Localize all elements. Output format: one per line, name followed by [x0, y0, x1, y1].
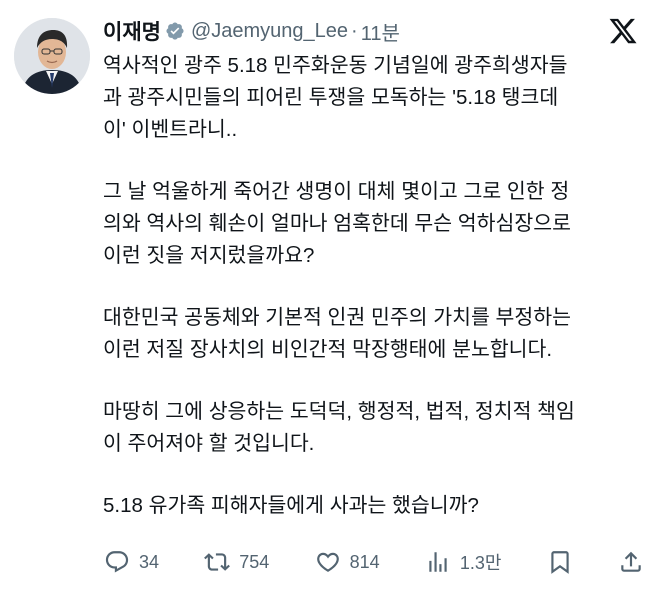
- text-line: 역사적인 광주 5.18 민주화운동 기념일에 광주희생자들: [103, 54, 568, 77]
- verified-badge-icon: [165, 21, 185, 41]
- reply-button[interactable]: 34: [104, 549, 159, 575]
- share-button[interactable]: [618, 549, 644, 575]
- text-line: 그 날 억울하게 죽어간 생명이 대체 몇이고 그로 인한 정: [103, 180, 570, 203]
- tweet-paragraph: 그 날 억울하게 죽어간 생명이 대체 몇이고 그로 인한 정 의와 역사의 훼…: [103, 176, 648, 272]
- repost-icon: [204, 553, 231, 571]
- views-count: 1.3만: [459, 553, 502, 573]
- share-icon: [621, 551, 641, 572]
- like-icon: [316, 552, 339, 572]
- reply-count: 34: [139, 551, 160, 572]
- like-button[interactable]: 814: [315, 549, 380, 575]
- text-line: 이런 짓을 저지렀을까요?: [103, 244, 315, 267]
- like-count: 814: [349, 551, 380, 572]
- reply-icon: [105, 551, 129, 573]
- text-line: 마땅히 그에 상응하는 도덕덕, 행정적, 법적, 정치적 책임: [103, 400, 575, 423]
- avatar-image: [14, 18, 90, 94]
- text-line: 의와 역사의 훼손이 얼마나 엄혹한데 무슨 억하심장으로: [103, 212, 571, 235]
- text-line: 5.18 유가족 피해자들에게 사과는 했습니까?: [103, 494, 479, 517]
- bookmark-button[interactable]: [547, 549, 573, 575]
- text-line: 과 광주시민들의 피어린 투쟁을 모독하는 '5.18 탱크데: [103, 86, 559, 109]
- post-time[interactable]: 11분: [361, 17, 400, 46]
- views-button[interactable]: 1.3만: [425, 549, 502, 575]
- repost-count: 754: [239, 551, 270, 572]
- tweet-paragraph: 대한민국 공동체와 기본적 인권 민주의 가치를 부정하는 이런 저질 장사치의…: [103, 302, 648, 366]
- action-bar: 34 754 814 1.3만: [104, 544, 644, 580]
- views-icon: [429, 552, 447, 572]
- tweet-text: 역사적인 광주 5.18 민주화운동 기념일에 광주희생자들 과 광주시민들의 …: [103, 50, 648, 522]
- text-line: 이' 이벤트라니..: [103, 118, 238, 141]
- author-handle[interactable]: @Jaemyung_Lee: [191, 20, 348, 43]
- repost-button[interactable]: 754: [204, 549, 269, 575]
- tweet-paragraph: 역사적인 광주 5.18 민주화운동 기념일에 광주희생자들 과 광주시민들의 …: [103, 50, 648, 146]
- tweet-header: 이재명 @Jaemyung_Lee · 11분: [103, 14, 642, 48]
- text-line: 대한민국 공동체와 기본적 인권 민주의 가치를 부정하는: [103, 306, 571, 329]
- text-line: 이 주어져야 할 것입니다.: [103, 432, 315, 455]
- avatar[interactable]: [14, 18, 90, 94]
- x-logo-icon[interactable]: [608, 16, 638, 46]
- header-separator: ·: [351, 19, 358, 42]
- bookmark-icon: [551, 551, 569, 574]
- tweet-paragraph: 마땅히 그에 상응하는 도덕덕, 행정적, 법적, 정치적 책임 이 주어져야 …: [103, 396, 648, 460]
- author-name[interactable]: 이재명: [103, 16, 161, 46]
- tweet-paragraph: 5.18 유가족 피해자들에게 사과는 했습니까?: [103, 490, 648, 522]
- text-line: 이런 저질 장사치의 비인간적 막장행태에 분노합니다.: [103, 338, 553, 361]
